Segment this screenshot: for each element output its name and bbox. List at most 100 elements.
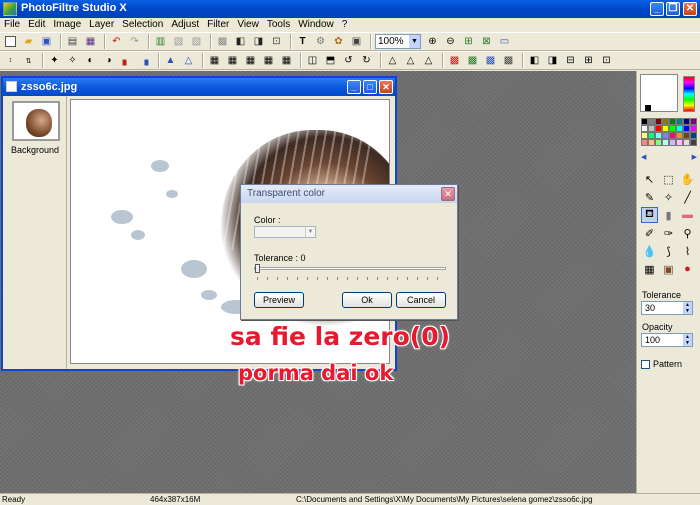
tolerance-slider[interactable] bbox=[254, 267, 446, 270]
blur-icon[interactable]: ▦ bbox=[261, 53, 276, 68]
zoom-out-icon[interactable]: ⊖ bbox=[443, 34, 458, 49]
image-tube-icon[interactable]: ▣ bbox=[660, 261, 677, 277]
menu-tools[interactable]: Tools bbox=[263, 18, 294, 32]
menu-adjust[interactable]: Adjust bbox=[167, 18, 203, 32]
color-swatch[interactable] bbox=[641, 125, 648, 132]
menu-window[interactable]: Window bbox=[294, 18, 338, 32]
color-swatch[interactable] bbox=[676, 118, 683, 125]
color-swatch[interactable] bbox=[648, 125, 655, 132]
menu-file[interactable]: File bbox=[0, 18, 24, 32]
color-swatch[interactable] bbox=[641, 118, 648, 125]
text-icon[interactable]: T bbox=[295, 34, 310, 49]
cancel-button[interactable]: Cancel bbox=[396, 292, 446, 308]
eyedropper-icon[interactable]: ✎ bbox=[641, 189, 658, 205]
sepia-icon[interactable]: ▦ bbox=[225, 53, 240, 68]
clone-stamp-icon[interactable]: ⚲ bbox=[679, 225, 696, 241]
pattern-icon[interactable]: ▦ bbox=[641, 261, 658, 277]
paste-icon[interactable]: ▧ bbox=[171, 34, 186, 49]
color-swatch[interactable] bbox=[648, 139, 655, 146]
zoom-in-icon[interactable]: ⊕ bbox=[425, 34, 440, 49]
gamma-minus-icon[interactable]: △ bbox=[181, 53, 196, 68]
layer-effects-icon[interactable]: ⊞ bbox=[581, 53, 596, 68]
menu-view[interactable]: View bbox=[233, 18, 263, 32]
doc-maximize-button[interactable]: □ bbox=[363, 80, 377, 94]
spin-arrows-icon[interactable]: ▲ ▼ bbox=[683, 302, 692, 314]
hue-icon[interactable]: ▩ bbox=[465, 53, 480, 68]
zoom-select[interactable]: 100% ▼ bbox=[375, 34, 421, 49]
color-swatch[interactable] bbox=[648, 132, 655, 139]
strawberry-icon[interactable]: ● bbox=[679, 261, 696, 277]
color-swatch[interactable] bbox=[655, 125, 662, 132]
canvas-size-icon[interactable]: ◧ bbox=[233, 34, 248, 49]
palette-left-icon[interactable]: ◀ bbox=[641, 153, 646, 162]
opacity-spin[interactable]: 100 ▲ ▼ bbox=[641, 333, 693, 347]
layer-thumbnail[interactable] bbox=[12, 101, 60, 141]
color-swatch[interactable] bbox=[690, 118, 697, 125]
pattern-option[interactable]: Pattern bbox=[641, 359, 682, 369]
fullscreen-icon[interactable]: ▭ bbox=[497, 34, 512, 49]
minimize-button[interactable]: _ bbox=[650, 2, 664, 16]
spin-arrows-icon[interactable]: ▲ ▼ bbox=[683, 334, 692, 346]
negative-icon[interactable]: ▦ bbox=[243, 53, 258, 68]
color-swatch[interactable] bbox=[669, 125, 676, 132]
sharpen-icon[interactable]: ▦ bbox=[279, 53, 294, 68]
auto-contrast-icon[interactable]: ⇅ bbox=[21, 53, 36, 68]
gradient-icon[interactable]: △ bbox=[421, 53, 436, 68]
preview-button[interactable]: Preview bbox=[254, 292, 304, 308]
save-icon[interactable]: ▣ bbox=[39, 34, 54, 49]
tolerance-slider-thumb[interactable] bbox=[255, 264, 260, 273]
color-swatch[interactable] bbox=[655, 132, 662, 139]
color-swatch[interactable] bbox=[641, 139, 648, 146]
auto-levels-icon[interactable]: ↕ bbox=[3, 53, 18, 68]
actual-size-icon[interactable]: ⊞ bbox=[461, 34, 476, 49]
doc-minimize-button[interactable]: _ bbox=[347, 80, 361, 94]
doc-close-button[interactable]: ✕ bbox=[379, 80, 393, 94]
layer-options-icon[interactable]: ⊟ bbox=[563, 53, 578, 68]
magic-wand-icon[interactable]: ✧ bbox=[660, 189, 677, 205]
automate-icon[interactable]: ⚙ bbox=[313, 34, 328, 49]
color-swatch[interactable] bbox=[676, 139, 683, 146]
close-button[interactable]: ✕ bbox=[683, 2, 697, 16]
undo-icon[interactable]: ↶ bbox=[109, 34, 124, 49]
transparency-icon[interactable]: △ bbox=[385, 53, 400, 68]
hand-tool-icon[interactable]: ✋ bbox=[679, 171, 696, 187]
spray-icon[interactable]: ▮ bbox=[660, 207, 677, 223]
transparent-color-icon[interactable]: △ bbox=[403, 53, 418, 68]
flip-horizontal-icon[interactable]: ◫ bbox=[305, 53, 320, 68]
print-icon[interactable]: ▤ bbox=[65, 34, 80, 49]
fill-bucket-icon[interactable]: ⛾ bbox=[641, 207, 658, 223]
color-swatch[interactable] bbox=[690, 132, 697, 139]
fit-window-icon[interactable]: ⊠ bbox=[479, 34, 494, 49]
rgb-icon[interactable]: ▩ bbox=[483, 53, 498, 68]
color-swatch[interactable] bbox=[676, 132, 683, 139]
frame-icon[interactable]: ⊡ bbox=[269, 34, 284, 49]
dialog-title-bar[interactable]: Transparent color ✕ bbox=[241, 185, 457, 203]
menu-image[interactable]: Image bbox=[49, 18, 85, 32]
color-swatch[interactable] bbox=[655, 118, 662, 125]
menu-layer[interactable]: Layer bbox=[85, 18, 118, 32]
menu-help[interactable]: ? bbox=[338, 18, 352, 32]
brightness-plus-icon[interactable]: ✦ bbox=[47, 53, 62, 68]
color-swatch[interactable] bbox=[648, 118, 655, 125]
paste-new-icon[interactable]: ▨ bbox=[189, 34, 204, 49]
color-swatch[interactable] bbox=[683, 125, 690, 132]
selection-tool-icon[interactable]: ⬚ bbox=[660, 171, 677, 187]
scan-icon[interactable]: ▦ bbox=[83, 34, 98, 49]
layers-icon[interactable]: ◧ bbox=[527, 53, 542, 68]
rotate-right-icon[interactable]: ↻ bbox=[359, 53, 374, 68]
flip-vertical-icon[interactable]: ⬒ bbox=[323, 53, 338, 68]
background-color[interactable] bbox=[645, 105, 651, 111]
color-swatch[interactable] bbox=[662, 118, 669, 125]
dialog-close-button[interactable]: ✕ bbox=[441, 187, 455, 201]
document-title-bar[interactable]: zsso6c.jpg _ □ ✕ bbox=[3, 78, 395, 96]
menu-edit[interactable]: Edit bbox=[24, 18, 49, 32]
menu-filter[interactable]: Filter bbox=[203, 18, 233, 32]
color-balance-icon[interactable]: ▩ bbox=[447, 53, 462, 68]
color-dropdown[interactable]: ▼ bbox=[254, 226, 316, 238]
menu-selection[interactable]: Selection bbox=[118, 18, 167, 32]
advanced-brush-icon[interactable]: ✑ bbox=[660, 225, 677, 241]
copy-icon[interactable]: ▥ bbox=[153, 34, 168, 49]
color-swatch[interactable] bbox=[690, 125, 697, 132]
contrast-plus-icon[interactable]: ◐ bbox=[83, 53, 98, 68]
color-swatch[interactable] bbox=[669, 139, 676, 146]
